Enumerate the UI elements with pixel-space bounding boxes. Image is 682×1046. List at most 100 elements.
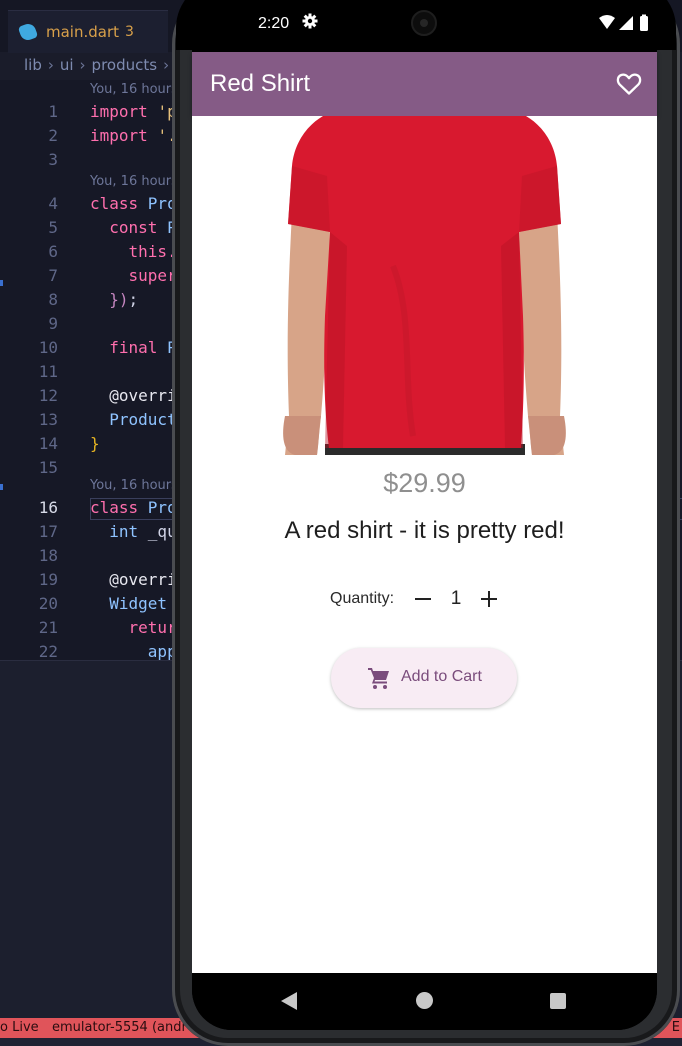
code-text: @overri [90,386,177,405]
editor-tab-main-dart[interactable]: main.dart 3 [8,10,168,53]
line-number: 10 [38,338,58,357]
product-description: A red shirt - it is pretty red! [284,517,565,544]
signal-icon [619,16,633,30]
quantity-stepper: Quantity: 1 [330,585,500,613]
quantity-label: Quantity: [330,590,395,607]
git-blame-annotation: You, 16 hours [90,82,178,97]
code-text: import 'p [90,102,177,121]
line-number: 4 [48,194,58,213]
line-number: 14 [38,434,58,453]
code-token: app [90,642,177,661]
code-token: class [90,498,148,517]
quantity-value: 1 [450,588,462,609]
code-text: retur [90,618,177,637]
code-text: this. [90,242,177,261]
line-number: 20 [38,594,58,613]
line-number: 15 [38,458,58,477]
status-right-item[interactable]: E [672,1020,680,1035]
line-number: 6 [48,242,58,261]
code-text: @overri [90,570,177,589]
line-number: 8 [48,290,58,309]
battery-icon [640,16,648,31]
decrement-minus-icon[interactable] [412,588,434,610]
shopping-cart-icon [368,668,389,689]
chevron-right-icon: › [163,56,170,74]
code-token: Product [90,410,177,429]
code-token: @overri [90,570,177,589]
code-text: app [90,642,177,661]
dart-file-icon [17,21,39,43]
code-token: ; [128,290,139,309]
gutter-change-marker [0,280,3,286]
code-text: int _qu [90,522,176,541]
code-text: final P [90,338,176,357]
status-icons [599,14,648,31]
code-text: class Pro [90,498,177,517]
line-number: 3 [48,150,58,169]
line-number: 9 [48,314,58,333]
app-bar: Red Shirt [192,52,657,116]
home-circle-icon[interactable] [416,992,433,1009]
line-number: 17 [38,522,58,541]
chevron-right-icon: › [79,56,86,74]
code-text: import '. [90,126,177,145]
line-number: 16 [38,498,58,517]
code-token: class [90,194,148,213]
line-number: 18 [38,546,58,565]
product-image [273,116,576,455]
code-token: @overri [90,386,177,405]
code-text: const P [90,218,176,237]
code-token: retur [90,618,177,637]
product-detail-screen: $29.99 A red shirt - it is pretty red! Q… [192,116,657,973]
status-device[interactable]: emulator-5554 (andr [52,1020,187,1035]
line-number: 11 [38,362,58,381]
code-text: super [90,266,177,285]
line-number: 12 [38,386,58,405]
code-token: int [90,522,148,541]
code-token: import [90,102,158,121]
code-text: } [90,434,100,453]
chevron-right-icon: › [47,56,54,74]
line-number: 7 [48,266,58,285]
page-title: Red Shirt [210,70,311,97]
line-number: 13 [38,410,58,429]
breadcrumb-item[interactable]: lib [24,56,42,74]
code-token: final [90,338,168,357]
line-number: 2 [48,126,58,145]
code-text: Product [90,410,177,429]
code-token: import [90,126,158,145]
code-token: } [90,434,100,453]
line-number: 19 [38,570,58,589]
line-number: 21 [38,618,58,637]
code-text: }); [90,290,138,309]
code-token: this. [90,242,177,261]
tab-problem-count: 3 [125,24,134,40]
code-token: super [90,266,177,285]
status-clock: 2:20 [258,15,290,32]
line-number: 5 [48,218,58,237]
line-number: 1 [48,102,58,121]
line-number: 22 [38,642,58,661]
add-to-cart-button[interactable]: Add to Cart [331,648,517,708]
breadcrumb-item[interactable]: products [92,56,158,74]
tab-filename: main.dart [46,23,120,41]
wifi-icon [599,15,615,29]
status-go-live[interactable]: o Live [0,1020,39,1035]
android-status-bar: 2:20 [192,0,657,52]
code-text: class Pro [90,194,177,213]
front-camera [411,10,437,36]
settings-gear-icon [302,13,318,29]
code-token: Widget [90,594,177,613]
recents-square-icon[interactable] [550,993,566,1009]
breadcrumb: lib › ui › products › [24,56,169,74]
gutter-change-marker [0,484,3,490]
code-text: Widget [90,594,177,613]
red-tshirt-image [283,116,566,455]
increment-plus-icon[interactable] [478,588,500,610]
back-triangle-icon[interactable] [281,992,297,1010]
product-price: $29.99 [383,468,466,498]
android-nav-bar [192,973,657,1030]
favorite-heart-icon[interactable] [616,72,642,96]
code-token: }) [90,290,129,309]
breadcrumb-item[interactable]: ui [60,56,74,74]
